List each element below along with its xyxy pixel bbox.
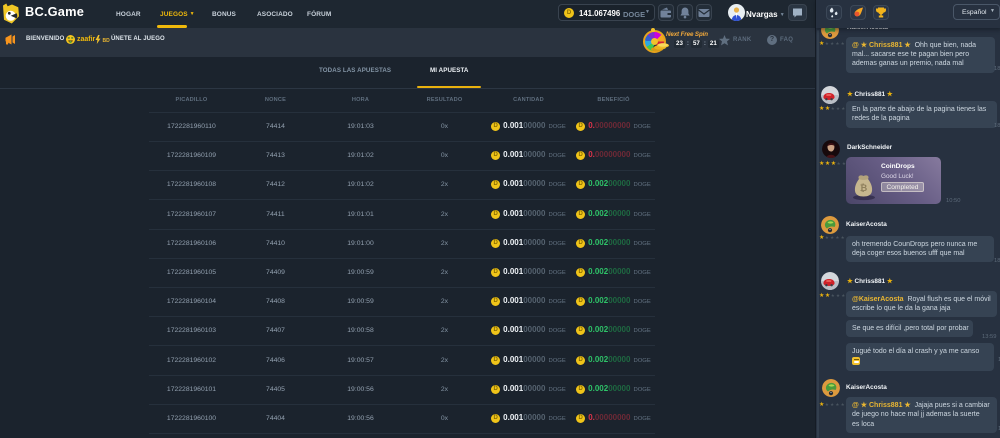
svg-text:₿: ₿ — [860, 183, 867, 193]
